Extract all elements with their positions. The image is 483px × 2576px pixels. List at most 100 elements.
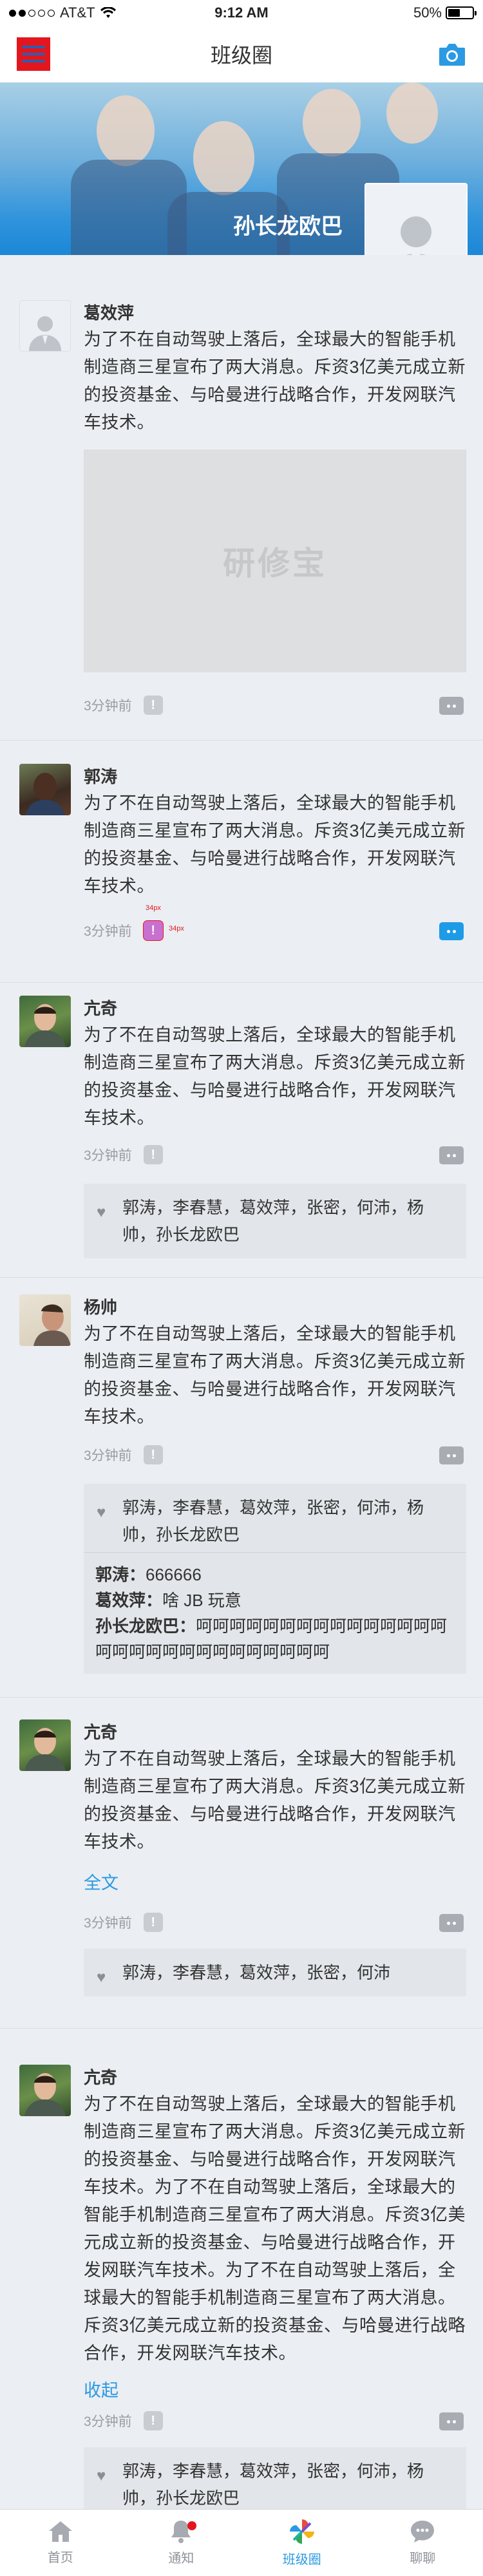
report-icon[interactable]: !	[143, 1145, 163, 1164]
menu-button[interactable]	[17, 37, 50, 71]
avatar-photo	[26, 773, 64, 815]
tab-chat[interactable]: 聊聊	[363, 2510, 483, 2576]
banner-avatar[interactable]	[365, 183, 468, 255]
comment-author[interactable]: 葛效萍：	[95, 1591, 162, 1610]
avatar[interactable]	[19, 1294, 71, 1346]
post-item: 亢奇 为了不在自动驾驶上落后，全球最大的智能手机制造商三星宣布了两大消息。斥资3…	[0, 996, 483, 1278]
banner-photo-person	[303, 89, 361, 156]
menu-icon-bar	[22, 53, 45, 55]
avatar[interactable]	[19, 764, 71, 815]
likes-list: 郭涛，李春慧，葛效萍，张密，何沛，杨帅，孙长龙欧巴	[122, 2461, 424, 2508]
comment-button[interactable]	[439, 1914, 464, 1932]
report-icon[interactable]: !	[143, 1445, 163, 1464]
likes-box: ♥ 郭涛，李春慧，葛效萍，张密，何沛，杨帅，孙长龙欧巴	[84, 1184, 466, 1258]
cover-banner: 孙长龙欧巴	[0, 82, 483, 255]
comment-button[interactable]	[439, 1446, 464, 1464]
banner-photo-person	[97, 95, 155, 166]
pinwheel-icon	[289, 2519, 314, 2544]
tab-notifications[interactable]: 通知	[121, 2510, 242, 2576]
comment-row[interactable]: 葛效萍：啥 JB 玩意	[95, 1587, 455, 1613]
tab-label: 首页	[47, 2551, 73, 2565]
dot-icon	[453, 1153, 456, 1157]
post-author[interactable]: 亢奇	[84, 1719, 117, 1743]
avatar[interactable]	[19, 996, 71, 1047]
comment-row[interactable]: 郭涛：666666	[95, 1562, 455, 1587]
post-time: 3分钟前	[84, 1148, 132, 1163]
post-meta: 3分钟前 !	[84, 920, 164, 941]
post-content: 为了不在自动驾驶上落后，全球最大的智能手机制造商三星宣布了两大消息。斥资3亿美元…	[84, 1324, 466, 1426]
comment-author[interactable]: 郭涛：	[95, 1565, 146, 1584]
post-author[interactable]: 亢奇	[84, 2065, 117, 2088]
comments-box: 郭涛：666666 葛效萍：啥 JB 玩意 孙长龙欧巴：呵呵呵呵呵呵呵呵呵呵呵呵…	[84, 1552, 466, 1674]
wifi-icon	[100, 7, 116, 18]
banner-photo-person	[193, 121, 254, 195]
collapse-link[interactable]: 收起	[84, 2376, 118, 2401]
dot-icon	[453, 2420, 456, 2423]
dot-icon	[447, 929, 450, 933]
page-title: 班级圈	[210, 44, 272, 67]
heart-icon: ♥	[97, 1504, 106, 1521]
dimension-annotation: 34px	[169, 925, 184, 933]
avatar[interactable]	[19, 300, 71, 352]
post-author[interactable]: 郭涛	[84, 764, 117, 788]
likes-box: ♥ 郭涛，李春慧，葛效萍，张密，何沛	[84, 1949, 466, 1996]
tab-label: 通知	[168, 2552, 194, 2566]
post-item: 郭涛 为了不在自动驾驶上落后，全球最大的智能手机制造商三星宣布了两大消息。斥资3…	[0, 764, 483, 983]
dimension-annotation: 34px	[146, 904, 161, 912]
carrier-label: AT&T	[60, 5, 95, 21]
report-icon[interactable]: !	[143, 2411, 163, 2430]
heart-icon: ♥	[97, 2467, 106, 2485]
post-time: 3分钟前	[84, 1916, 132, 1931]
dot-icon	[453, 929, 456, 933]
expand-link[interactable]: 全文	[84, 1869, 118, 1894]
report-icon[interactable]: !	[143, 696, 163, 715]
status-bar: AT&T 9:12 AM 50%	[0, 0, 483, 26]
comment-button[interactable]	[439, 1146, 464, 1164]
heart-icon: ♥	[97, 1969, 106, 1986]
post-meta: 3分钟前 !	[84, 696, 163, 715]
banner-photo-person	[386, 82, 438, 144]
post-content: 为了不在自动驾驶上落后，全球最大的智能手机制造商三星宣布了两大消息。斥资3亿美元…	[84, 330, 466, 432]
status-left: AT&T	[9, 5, 116, 21]
avatar-photo	[24, 2073, 66, 2116]
avatar-photo	[24, 1728, 66, 1771]
post-time: 3分钟前	[84, 699, 132, 714]
likes-list: 郭涛，李春慧，葛效萍，张密，何沛，杨帅，孙长龙欧巴	[122, 1198, 424, 1244]
comment-row[interactable]: 孙长龙欧巴：呵呵呵呵呵呵呵呵呵呵呵呵呵呵呵呵呵呵呵呵呵呵呵呵呵呵呵呵呵	[95, 1613, 455, 1665]
avatar[interactable]	[19, 1719, 71, 1771]
dot-icon	[447, 1153, 450, 1157]
comment-author[interactable]: 孙长龙欧巴：	[95, 1616, 196, 1636]
status-right: 50%	[413, 5, 477, 21]
post-author[interactable]: 杨帅	[84, 1294, 117, 1318]
avatar[interactable]	[19, 2065, 71, 2116]
dot-icon	[447, 1454, 450, 1457]
post-image[interactable]: 研修宝	[84, 450, 466, 672]
post-time: 3分钟前	[84, 2414, 132, 2429]
comment-button[interactable]	[439, 697, 464, 715]
report-icon[interactable]: !	[142, 920, 164, 941]
tab-label: 聊聊	[410, 2552, 436, 2566]
signal-icon	[9, 9, 55, 17]
comment-button[interactable]	[439, 922, 464, 940]
comment-text: 啥 JB 玩意	[162, 1591, 242, 1610]
post-content: 为了不在自动驾驶上落后，全球最大的智能手机制造商三星宣布了两大消息。斥资3亿美元…	[84, 2094, 466, 2363]
camera-icon[interactable]	[438, 41, 466, 67]
tab-home[interactable]: 首页	[0, 2510, 121, 2576]
post-meta: 3分钟前 !	[84, 2411, 163, 2430]
home-icon	[48, 2521, 72, 2542]
dot-icon	[453, 1454, 456, 1457]
dot-icon	[447, 704, 450, 708]
avatar-photo	[33, 1304, 71, 1346]
post-content: 为了不在自动驾驶上落后，全球最大的智能手机制造商三星宣布了两大消息。斥资3亿美元…	[84, 793, 466, 896]
tab-class-circle[interactable]: 班级圈	[242, 2510, 363, 2576]
report-icon[interactable]: !	[143, 1913, 163, 1932]
likes-list: 郭涛，李春慧，葛效萍，张密，何沛，杨帅，孙长龙欧巴	[122, 1498, 424, 1544]
battery-icon	[446, 6, 477, 19]
post-author[interactable]: 葛效萍	[84, 300, 134, 324]
dot-icon	[453, 1921, 456, 1925]
post-author[interactable]: 亢奇	[84, 996, 117, 1019]
post-meta: 3分钟前 !	[84, 1145, 163, 1164]
bottom-tab-bar: 首页 通知 班级圈 聊聊	[0, 2509, 483, 2576]
class-circle-screen: AT&T 9:12 AM 50% 班级圈 孙长龙欧巴 葛效萍 为了不在自动驾驶上…	[0, 0, 483, 2576]
comment-button[interactable]	[439, 2412, 464, 2430]
